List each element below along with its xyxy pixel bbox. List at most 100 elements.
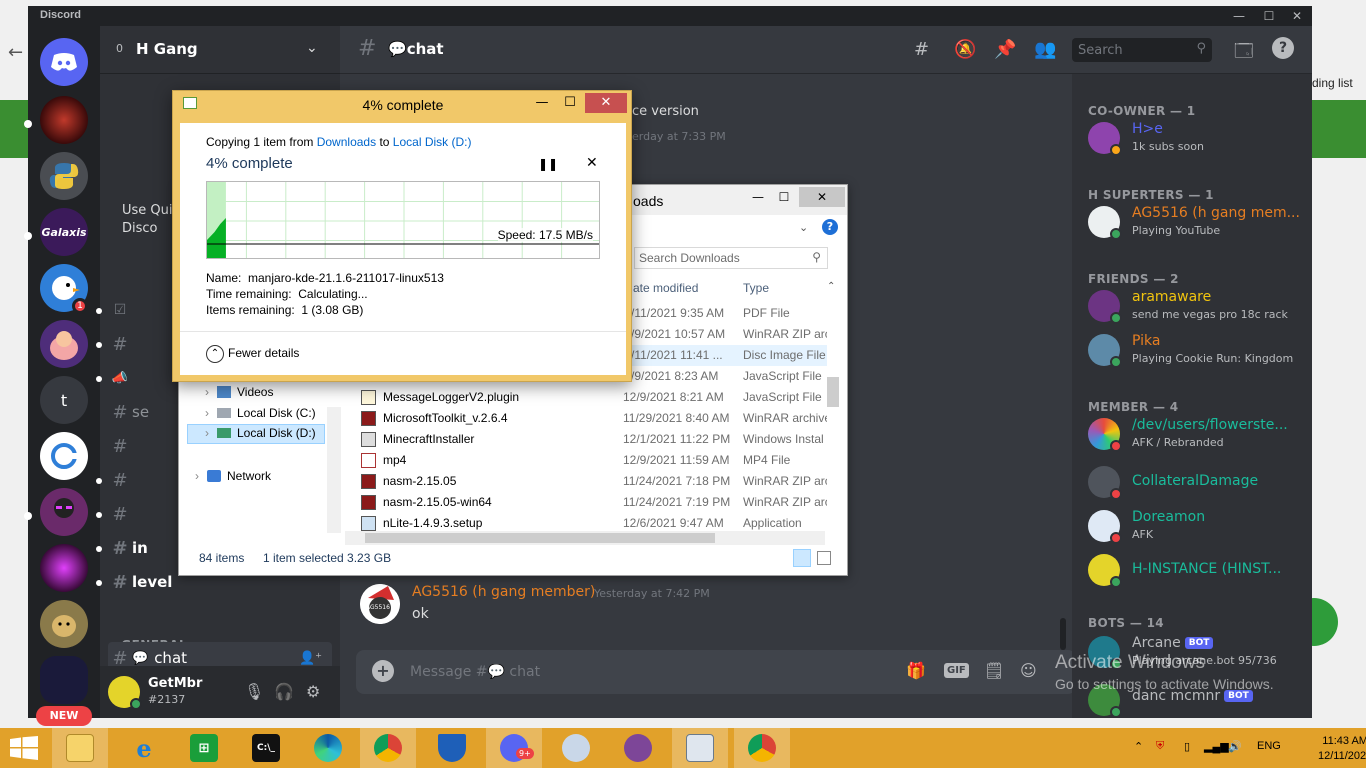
member-item[interactable]: H-INSTANCE (HINST... — [1088, 550, 1302, 592]
signal-icon[interactable]: ▂▄▆ — [1204, 740, 1229, 753]
file-explorer-taskbar-icon[interactable] — [52, 728, 108, 768]
scrollbar[interactable] — [327, 407, 341, 533]
help-icon[interactable]: ? — [1272, 37, 1294, 59]
search-input[interactable]: Search Downloads ⚲ — [634, 247, 828, 269]
chrome-taskbar-icon-2[interactable] — [734, 728, 790, 768]
server-icon-doge[interactable] — [40, 600, 88, 648]
clock[interactable]: 11:43 AM 12/11/2021 — [1318, 734, 1366, 764]
file-row[interactable]: nasm-2.15.05-win64 11/24/2021 7:19 PM WinR… — [357, 492, 827, 513]
headphones-icon[interactable]: 🎧 — [274, 682, 294, 701]
close-icon[interactable]: ✕ — [1286, 8, 1308, 24]
server-icon-pink[interactable] — [40, 544, 88, 592]
terminal-taskbar-icon[interactable]: C:\_ — [238, 728, 294, 768]
inbox-icon[interactable]: 🗔 — [1234, 39, 1254, 69]
member-item[interactable]: Doreamon AFK — [1088, 506, 1302, 548]
nav-item-videos[interactable]: › Videos — [187, 383, 333, 403]
server-icon-red[interactable] — [40, 96, 88, 144]
monitor-taskbar-icon[interactable] — [672, 728, 728, 768]
member-item[interactable]: H>e 1k subs soon — [1088, 118, 1302, 160]
file-row[interactable]: nLite-1.4.9.3.setup 12/6/2021 9:47 AM Appl… — [357, 513, 827, 531]
maximize-icon[interactable]: ☐ — [557, 93, 583, 113]
add-member-icon[interactable]: 👤⁺ — [299, 651, 322, 666]
cancel-button[interactable]: ✕ — [586, 155, 598, 171]
server-icon-t[interactable]: t — [40, 376, 88, 424]
gift-icon[interactable]: 🎁 — [906, 661, 926, 680]
sticker-icon[interactable]: 🗒 — [984, 661, 1004, 680]
server-icon-endermancht[interactable] — [40, 488, 88, 536]
scrollbar-thumb[interactable] — [365, 533, 715, 543]
scrollbar-thumb[interactable] — [827, 377, 839, 407]
language-indicator[interactable]: ENG — [1257, 740, 1281, 752]
edge-taskbar-icon[interactable] — [300, 728, 356, 768]
gear-icon[interactable]: ⚙ — [306, 682, 320, 701]
back-arrow-icon[interactable]: ← — [8, 42, 23, 63]
tray-chevron-icon[interactable]: ⌃ — [1134, 740, 1143, 753]
minimize-icon[interactable]: — — [745, 187, 771, 207]
tor-taskbar-icon[interactable] — [610, 728, 666, 768]
pause-button[interactable]: ❚❚ — [538, 157, 558, 171]
defender-tray-icon[interactable]: ⛨ — [1156, 740, 1164, 753]
windows-start-icon[interactable] — [10, 736, 38, 760]
reading-list-label[interactable]: ding list — [1312, 76, 1353, 90]
minimize-icon[interactable]: — — [529, 93, 555, 113]
server-icon-character[interactable] — [40, 320, 88, 368]
members-icon[interactable]: 👥 — [1034, 39, 1056, 60]
large-icons-view-icon[interactable] — [817, 551, 831, 565]
chrome-taskbar-icon[interactable] — [360, 728, 416, 768]
chevron-down-icon[interactable]: ⌄ — [799, 221, 808, 234]
scrollbar[interactable] — [1060, 618, 1066, 650]
member-item[interactable]: AG5516 (h gang mem... Playing YouTube — [1088, 202, 1302, 244]
column-header-type[interactable]: Type — [743, 281, 769, 295]
server-icon-dark[interactable] — [40, 656, 88, 704]
server-icon-python[interactable] — [40, 152, 88, 200]
chevron-down-icon[interactable]: ⌄ — [306, 40, 318, 56]
column-header-date[interactable]: ate modified — [633, 281, 698, 295]
nav-item-local-disk-d[interactable]: › Local Disk (D:) — [187, 424, 325, 444]
message-input[interactable] — [410, 660, 830, 684]
battery-icon[interactable]: ▯ — [1184, 740, 1190, 753]
emoji-icon[interactable]: ☺ — [1020, 661, 1037, 680]
file-row[interactable]: MessageLoggerV2.plugin 12/9/2021 8:21 AM J… — [357, 387, 827, 408]
help-icon[interactable]: ? — [822, 219, 838, 235]
destination-link[interactable]: Local Disk (D:) — [393, 135, 472, 149]
member-item[interactable]: Pika Playing Cookie Run: Kingdom — [1088, 330, 1302, 372]
server-icon-galaxis[interactable]: Galaxis — [40, 208, 88, 256]
add-attachment-icon[interactable]: + — [372, 660, 394, 682]
search-input[interactable] — [1072, 38, 1182, 62]
server-icon-c[interactable] — [40, 432, 88, 480]
defender-taskbar-icon[interactable] — [424, 728, 480, 768]
avatar[interactable]: AG5516 — [360, 584, 400, 624]
file-row[interactable]: MinecraftInstaller 12/1/2021 11:22 PM Wind… — [357, 429, 827, 450]
nav-item-local-disk-c[interactable]: › Local Disk (C:) — [187, 404, 333, 424]
file-row[interactable]: nasm-2.15.05 11/24/2021 7:18 PM WinRAR ZIP… — [357, 471, 827, 492]
volume-icon[interactable]: 🔊 — [1228, 740, 1242, 753]
microphone-icon[interactable]: 🎙 — [244, 682, 264, 701]
fewer-details-button[interactable]: ⌃ Fewer details — [206, 345, 299, 363]
paint-taskbar-icon[interactable] — [548, 728, 604, 768]
scrollbar[interactable] — [345, 531, 825, 545]
mute-bell-icon[interactable]: 🔕 — [954, 39, 976, 60]
file-row[interactable]: MicrosoftToolkit_v.2.6.4 11/29/2021 8:40 … — [357, 408, 827, 429]
minimize-icon[interactable]: — — [1228, 8, 1250, 24]
maximize-icon[interactable]: ☐ — [1258, 8, 1280, 24]
pin-icon[interactable]: 📌 — [994, 39, 1016, 60]
message-author[interactable]: AG5516 (h gang member) — [412, 584, 595, 600]
nav-item-network[interactable]: › Network — [187, 467, 333, 487]
details-view-icon[interactable] — [793, 549, 811, 567]
discord-home-icon[interactable] — [40, 38, 88, 86]
source-link[interactable]: Downloads — [317, 135, 376, 149]
member-item[interactable]: aramaware send me vegas pro 18c rack — [1088, 286, 1302, 328]
maximize-icon[interactable]: ☐ — [771, 187, 797, 207]
close-icon[interactable]: ✕ — [799, 187, 845, 207]
close-icon[interactable]: ✕ — [585, 93, 627, 113]
scroll-up-icon[interactable]: ⌃ — [827, 281, 835, 292]
edge-legacy-taskbar-icon[interactable]: e — [116, 728, 172, 768]
discord-taskbar-icon[interactable]: 9+ — [486, 728, 542, 768]
threads-icon[interactable]: # — [914, 39, 929, 60]
member-item[interactable]: CollateralDamage — [1088, 462, 1302, 504]
member-item[interactable]: /dev/users/flowerste... AFK / Rebranded — [1088, 414, 1302, 456]
file-row[interactable]: mp4 12/9/2021 11:59 AM MP4 File — [357, 450, 827, 471]
new-badge[interactable]: NEW — [36, 706, 92, 726]
store-taskbar-icon[interactable]: ⊞ — [176, 728, 232, 768]
guild-header[interactable]: 0 H Gang ⌄ — [100, 26, 340, 74]
